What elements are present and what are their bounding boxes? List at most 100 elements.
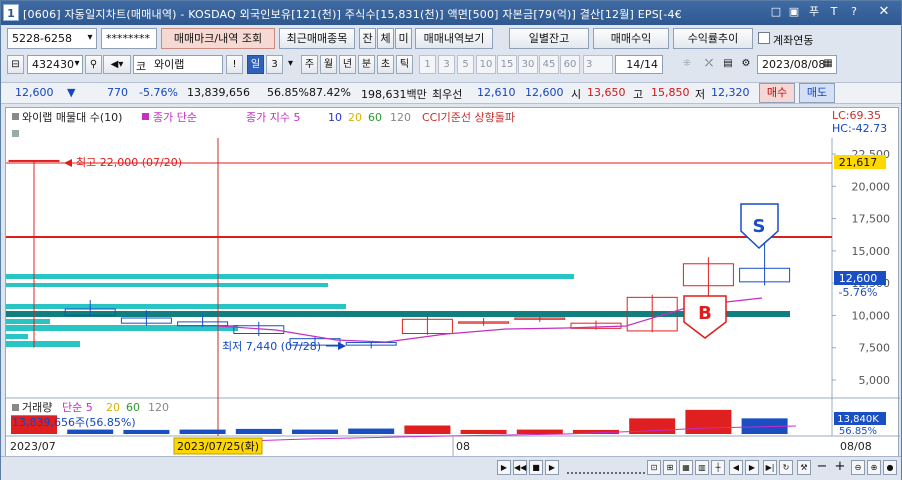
- high-price: 15,850: [651, 86, 690, 99]
- minute-30-button[interactable]: 30: [518, 55, 538, 74]
- unexecuted-button[interactable]: 미: [395, 28, 412, 49]
- stock-name-field[interactable]: 와이랩: [133, 55, 223, 74]
- minute-45-button[interactable]: 45: [539, 55, 559, 74]
- minute-15-button[interactable]: 15: [497, 55, 517, 74]
- period-year-button[interactable]: 년: [339, 55, 356, 74]
- volume-bar: [516, 429, 563, 434]
- period-month-button[interactable]: 월: [320, 55, 337, 74]
- stop-icon[interactable]: ■: [529, 460, 543, 475]
- restore-icon[interactable]: □: [769, 5, 783, 19]
- legend-close-simple: 종가 단순: [153, 111, 197, 124]
- daily-balance-button[interactable]: 일별잔고: [509, 28, 589, 49]
- legend-ma-120: 120: [390, 111, 411, 124]
- grid-icon[interactable]: ▦: [679, 460, 693, 475]
- volume-bar: [179, 429, 226, 434]
- zoom-fit-icon[interactable]: ⊡: [647, 460, 661, 475]
- layout-toggle-icon[interactable]: ⊟: [7, 55, 24, 74]
- forward-icon[interactable]: ▶: [545, 460, 559, 475]
- first-icon[interactable]: ▶: [497, 460, 511, 475]
- executed-button[interactable]: 체: [377, 28, 394, 49]
- compare-icon[interactable]: ⁜: [677, 55, 697, 74]
- search-icon[interactable]: ⚲: [85, 55, 102, 74]
- password-field[interactable]: ********: [101, 28, 157, 49]
- period-count-select[interactable]: 3: [266, 55, 283, 74]
- return-trend-button[interactable]: 수익률추이: [673, 28, 753, 49]
- badge-top: 21,617: [839, 156, 878, 169]
- crosshair-date: 2023/07/25(화): [177, 440, 259, 453]
- legend-expand-icon[interactable]: [12, 130, 19, 137]
- alert-button[interactable]: !: [226, 55, 243, 74]
- chart-area[interactable]: 와이랩 매물대 수(10) 종가 단순 종가 지수 5 10 20 60 120…: [5, 107, 900, 458]
- balance-button[interactable]: 잔: [359, 28, 376, 49]
- tools-icon[interactable]: ⚒: [797, 460, 811, 475]
- minute-60-button[interactable]: 60: [560, 55, 580, 74]
- zoom-box-icon[interactable]: ⊞: [663, 460, 677, 475]
- profile-bar: [6, 304, 346, 309]
- minute-3-button[interactable]: 3: [438, 55, 455, 74]
- minute-custom-select[interactable]: 3: [583, 55, 613, 74]
- draw-icon[interactable]: ⤫: [699, 55, 719, 74]
- buy-mark: B: [698, 303, 712, 324]
- calendar-icon[interactable]: ▦: [821, 55, 835, 74]
- window-number: 1: [3, 4, 19, 21]
- chevron-down-icon[interactable]: ▾: [284, 55, 297, 74]
- period-day-button[interactable]: 일: [247, 55, 264, 74]
- legend-ma-60: 60: [368, 111, 382, 124]
- candle-body: [8, 159, 60, 162]
- price-change: 770: [107, 86, 128, 99]
- low-arrow-icon: [338, 342, 346, 350]
- period-tick-button[interactable]: 틱: [396, 55, 413, 74]
- scroll-right-icon[interactable]: ▶: [745, 460, 759, 475]
- bars-icon[interactable]: ▥: [695, 460, 709, 475]
- save-icon[interactable]: ▤: [719, 55, 737, 74]
- down-arrow-icon: ▼: [67, 86, 76, 99]
- volume-ma-20: 20: [106, 401, 120, 414]
- minus-icon[interactable]: −: [815, 460, 829, 475]
- period-minute-button[interactable]: 분: [358, 55, 375, 74]
- volume-badge-pct: 56.85%: [839, 426, 877, 437]
- plus-icon[interactable]: +: [833, 460, 847, 475]
- scroll-left-icon[interactable]: ◀: [729, 460, 743, 475]
- trade-profit-button[interactable]: 매매수익: [593, 28, 669, 49]
- period-week-button[interactable]: 주: [301, 55, 318, 74]
- minute-10-button[interactable]: 10: [476, 55, 496, 74]
- recent-trades-button[interactable]: 최근매매종목: [279, 28, 355, 49]
- sell-button[interactable]: 매도: [799, 83, 835, 103]
- volume-tooltip: 13,839,656주(56.85%): [12, 416, 136, 429]
- trade-history-button[interactable]: 매매내역보기: [415, 28, 493, 49]
- refresh-icon[interactable]: ↻: [779, 460, 793, 475]
- low-price: 12,320: [711, 86, 750, 99]
- minute-1-button[interactable]: 1: [419, 55, 436, 74]
- zoom-in-icon[interactable]: ⊕: [867, 460, 881, 475]
- settings-icon[interactable]: ●: [883, 460, 897, 475]
- volume-bar: [404, 425, 451, 434]
- volume-bar: [348, 428, 395, 434]
- buy-button[interactable]: 매수: [759, 83, 795, 103]
- account-link-label: 계좌연동: [773, 34, 814, 47]
- speaker-icon[interactable]: ◀▾: [103, 55, 131, 74]
- minute-5-button[interactable]: 5: [457, 55, 474, 74]
- best-bid: 12,600: [525, 86, 564, 99]
- account-link-checkbox[interactable]: [758, 32, 770, 44]
- price-chart[interactable]: 와이랩 매물대 수(10) 종가 단순 종가 지수 5 10 20 60 120…: [6, 108, 900, 458]
- help-icon[interactable]: ?: [847, 5, 861, 19]
- candles: [8, 159, 791, 349]
- price-axis: 22,50020,00017,50015,00012,50010,0007,50…: [832, 148, 890, 387]
- zoom-out-icon[interactable]: ⊖: [851, 460, 865, 475]
- trade-mark-button[interactable]: 매매마크/내역 조회: [161, 28, 275, 49]
- text-icon[interactable]: T: [827, 5, 841, 19]
- account-toolbar: 5228-6258 ▾ ******** 매매마크/내역 조회 최근매매종목 잔…: [1, 28, 901, 54]
- period-second-button[interactable]: 초: [377, 55, 394, 74]
- pin-icon[interactable]: 푸: [807, 5, 821, 19]
- close-icon[interactable]: ✕: [877, 5, 891, 19]
- layout-icon[interactable]: ▣: [787, 5, 801, 19]
- chevron-down-icon[interactable]: ▾: [71, 55, 83, 74]
- gear-icon[interactable]: ⚙: [737, 55, 755, 74]
- volume-ma-60: 60: [126, 401, 140, 414]
- scroll-end-icon[interactable]: ▶|: [763, 460, 777, 475]
- legend-profile: 와이랩 매물대 수(10): [22, 111, 122, 124]
- ruler-icon[interactable]: ┼: [711, 460, 725, 475]
- scroll-slider[interactable]: [567, 461, 645, 474]
- chevron-down-icon[interactable]: ▾: [83, 29, 97, 48]
- rewind-icon[interactable]: ◀◀: [513, 460, 527, 475]
